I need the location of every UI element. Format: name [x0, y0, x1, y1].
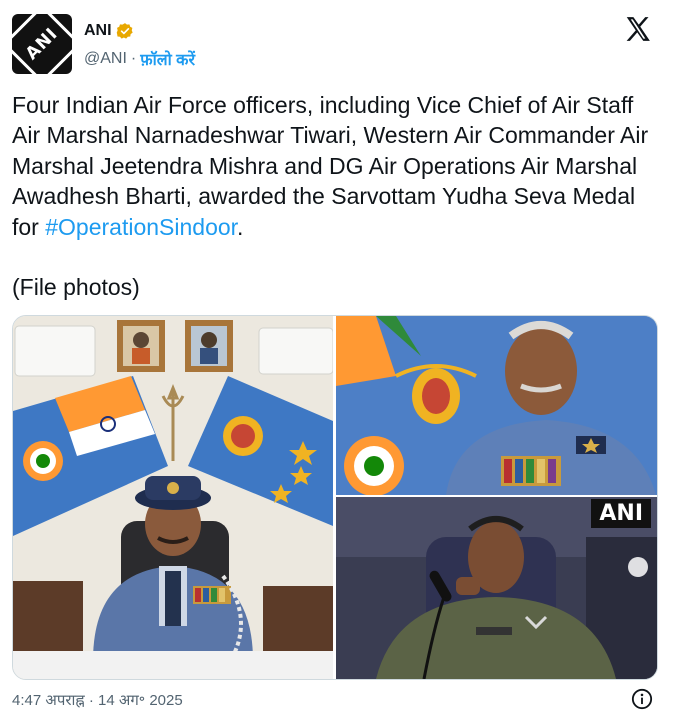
- handle-row: @ANI · फ़ॉलो करें: [84, 48, 195, 70]
- separator: ·: [130, 50, 137, 67]
- follow-button[interactable]: फ़ॉलो करें: [140, 48, 195, 70]
- hashtag-link[interactable]: #OperationSindoor: [45, 214, 237, 240]
- avatar[interactable]: ANI: [12, 14, 72, 74]
- avatar-logo-text: ANI: [21, 23, 63, 65]
- handle[interactable]: @ANI: [84, 50, 127, 68]
- tweet-text: Four Indian Air Force officers, includin…: [12, 90, 652, 303]
- tweet-note: (File photos): [12, 274, 140, 301]
- info-icon[interactable]: [631, 688, 653, 710]
- display-name[interactable]: ANI: [84, 22, 112, 40]
- photo-officer-portrait[interactable]: [336, 316, 657, 495]
- officer-desk-illustration: [13, 316, 333, 679]
- tweet-card: ANI ANI @ANI · फ़ॉलो करें Four Indian Ai…: [0, 0, 675, 723]
- tweet-timestamp[interactable]: 4:47 अपराह्न · 14 अग॰ 2025: [12, 690, 183, 710]
- media-grid: ANI: [12, 315, 658, 680]
- x-logo-icon[interactable]: [623, 14, 653, 44]
- verified-badge-icon: [116, 23, 133, 39]
- author-name-row: ANI: [84, 22, 134, 40]
- tweet-body-end: .: [237, 213, 244, 240]
- photo-officer-speaking[interactable]: ANI: [336, 497, 657, 679]
- ani-watermark: ANI: [591, 499, 651, 528]
- officer-portrait-illustration: [336, 316, 657, 495]
- photo-officer-at-desk[interactable]: [13, 316, 333, 679]
